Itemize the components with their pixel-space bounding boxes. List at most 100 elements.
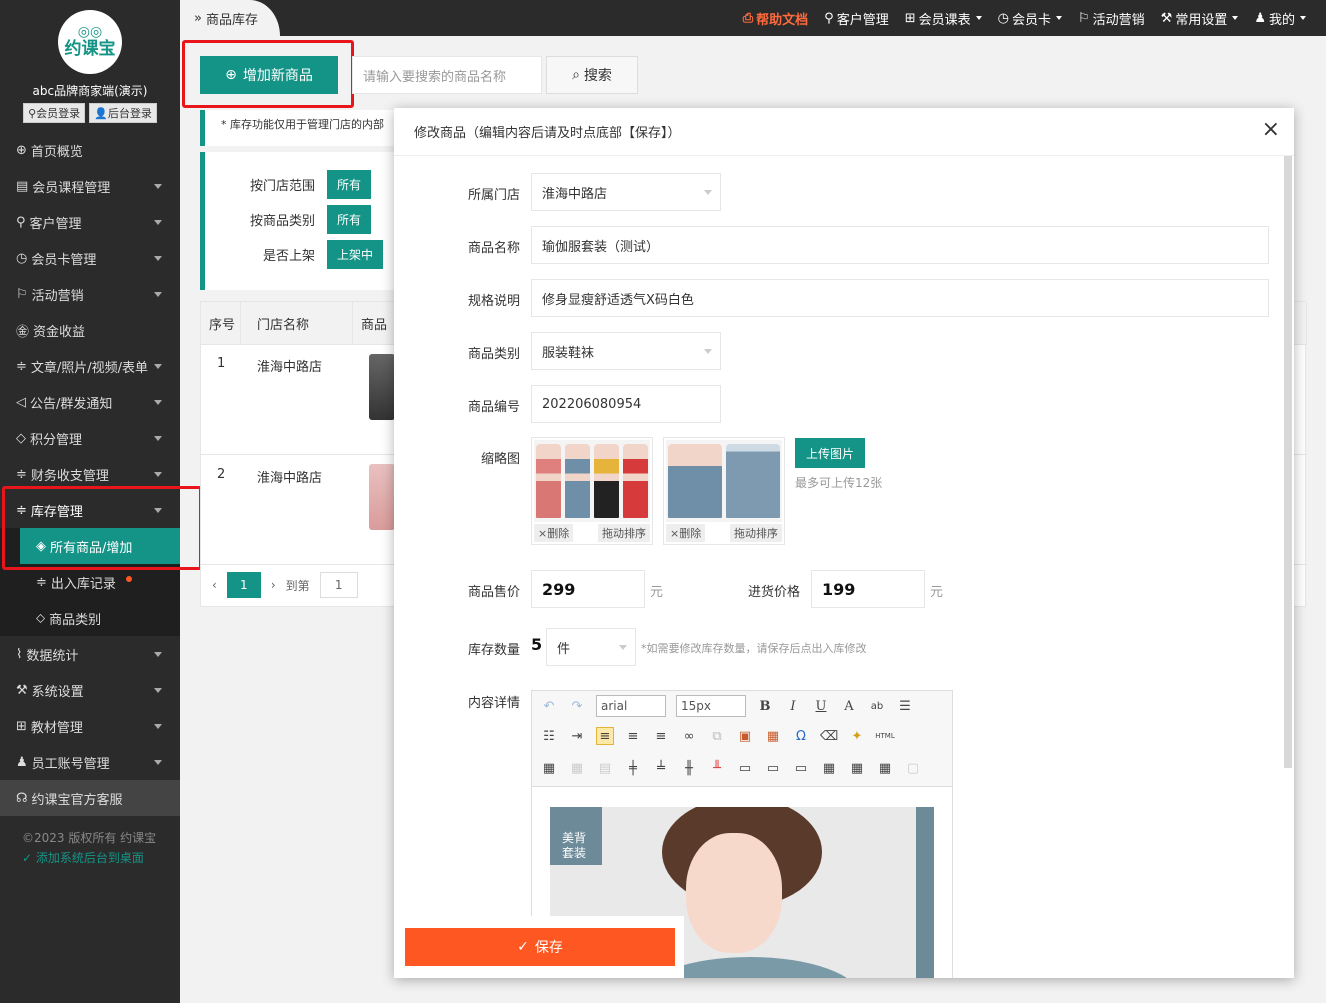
font-size-select[interactable]: 15px <box>676 695 746 717</box>
member-login-button[interactable]: ⚲会员登录 <box>23 103 86 123</box>
product-thumbnail[interactable] <box>369 354 395 420</box>
save-button[interactable]: ✓ 保存 <box>405 928 675 966</box>
top-schedule-menu[interactable]: ⊞ 会员课表 <box>905 9 982 28</box>
filter-store: 按门店范围 所有 <box>215 170 372 199</box>
align-left-icon[interactable]: ≡ <box>596 727 614 745</box>
modal-scrollbar[interactable] <box>1284 156 1292 768</box>
goto-page-input[interactable]: 1 <box>319 572 358 598</box>
thumbnail-card[interactable]: ×删除 拖动排序 <box>531 437 653 545</box>
spec-input[interactable]: 修身显瘦舒适透气X码白色 <box>531 279 1269 317</box>
sidebar-item-articles[interactable]: ≑ 文章/照片/视频/表单 <box>0 348 180 384</box>
sidebar-item-cards[interactable]: ◷ 会员卡管理 <box>0 240 180 276</box>
sidebar-item-label: 客户管理 <box>29 216 82 232</box>
row-delete-icon[interactable]: ╧ <box>652 759 670 777</box>
align-right-icon[interactable]: ≡ <box>652 727 670 745</box>
merge-cells-icon[interactable]: ▭ <box>736 759 754 777</box>
thumbnail-image <box>534 440 650 522</box>
sidebar-item-courses[interactable]: ▤ 会员课程管理 <box>0 168 180 204</box>
admin-login-button[interactable]: 👤后台登录 <box>89 103 157 123</box>
chevron-left-icon[interactable]: ‹ <box>212 578 217 592</box>
top-settings-menu[interactable]: ⚒ 常用设置 <box>1161 9 1239 28</box>
split-cells-icon[interactable]: ▦ <box>820 759 838 777</box>
category-select[interactable]: 服装鞋袜 <box>531 332 721 370</box>
drag-sort-handle[interactable]: 拖动排序 <box>730 524 782 542</box>
sidebar-item-system[interactable]: ⚒ 系统设置 <box>0 672 180 708</box>
ordered-list-icon[interactable]: ☰ <box>896 697 914 715</box>
unlink-icon[interactable]: ⧉ <box>708 727 726 745</box>
close-icon[interactable]: × <box>1262 118 1280 142</box>
top-marketing-link[interactable]: ⚐ 活动营销 <box>1078 9 1145 28</box>
sidebar-item-staff[interactable]: ♟ 员工账号管理 <box>0 744 180 780</box>
italic-icon[interactable]: I <box>784 697 802 715</box>
delete-thumbnail-button[interactable]: ×删除 <box>534 524 574 542</box>
highlight-color-icon[interactable]: ab <box>868 697 886 715</box>
chevron-down-icon <box>704 190 712 195</box>
name-label: 商品名称 <box>467 241 520 256</box>
sidebar-item-notices[interactable]: ◁ 公告/群发通知 <box>0 384 180 420</box>
table-delete-icon[interactable]: ▦ <box>568 759 586 777</box>
split-rows-icon[interactable]: ▦ <box>848 759 866 777</box>
official-service-link[interactable]: ☊ 约课宝官方客服 <box>0 780 180 816</box>
thumbnail-card[interactable]: ×删除 拖动排序 <box>663 437 785 545</box>
paste-plain-icon[interactable]: ▢ <box>904 759 922 777</box>
page-current[interactable]: 1 <box>226 572 261 598</box>
top-customers-link[interactable]: ⚲ 客户管理 <box>824 9 889 28</box>
merge-right-icon[interactable]: ▭ <box>764 759 782 777</box>
sidebar-subitem-categories[interactable]: ⬦ 商品类别 <box>0 600 180 636</box>
filter-chip[interactable]: 上架中 <box>327 240 384 269</box>
col-insert-icon[interactable]: ╫ <box>680 759 698 777</box>
font-family-select[interactable]: arial <box>596 695 666 717</box>
sidebar-item-points[interactable]: ◇ 积分管理 <box>0 420 180 456</box>
sidebar-item-marketing[interactable]: ⚐ 活动营销 <box>0 276 180 312</box>
multi-image-icon[interactable]: ▦ <box>764 727 782 745</box>
sidebar-item-stats[interactable]: ⌇ 数据统计 <box>0 636 180 672</box>
col-delete-icon[interactable]: ╨ <box>708 759 726 777</box>
brand-name: abc品牌商家端(演示) <box>32 84 148 98</box>
top-mine-menu[interactable]: ♟ 我的 <box>1254 9 1306 28</box>
name-input[interactable]: 瑜伽服套装（测试） <box>531 226 1269 264</box>
sidebar-item-textbooks[interactable]: ⊞ 教材管理 <box>0 708 180 744</box>
drag-sort-handle[interactable]: 拖动排序 <box>598 524 650 542</box>
table-caption-icon[interactable]: ▤ <box>596 759 614 777</box>
align-center-icon[interactable]: ≡ <box>624 727 642 745</box>
search-input[interactable]: 请输入要搜索的商品名称 <box>352 56 542 94</box>
logo[interactable]: ◎◎ 约课宝 <box>58 10 122 74</box>
image-icon[interactable]: ▣ <box>736 727 754 745</box>
filter-chip[interactable]: 所有 <box>327 170 372 199</box>
flag-icon: ⚐ <box>16 286 28 302</box>
underline-icon[interactable]: U <box>812 697 830 715</box>
top-cards-menu[interactable]: ◷ 会员卡 <box>998 9 1062 28</box>
bold-icon[interactable]: B <box>756 697 774 715</box>
add-to-desktop-link[interactable]: ✓ 添加系统后台到桌面 <box>22 848 180 868</box>
html-source-icon[interactable]: HTML <box>875 727 894 745</box>
font-color-icon[interactable]: A <box>840 697 858 715</box>
product-thumbnail[interactable] <box>369 464 395 530</box>
chevron-right-icon[interactable]: › <box>271 578 276 592</box>
merge-down-icon[interactable]: ▭ <box>792 759 810 777</box>
link-icon[interactable]: ∞ <box>680 727 698 745</box>
sidebar-item-revenue[interactable]: ㊎资金收益 <box>0 312 180 348</box>
upload-image-button[interactable]: 上传图片 <box>795 438 865 468</box>
cost-input[interactable]: 199 <box>811 570 925 608</box>
indent-icon[interactable]: ⇥ <box>568 727 586 745</box>
table-insert-icon[interactable]: ▦ <box>540 759 558 777</box>
search-button[interactable]: ⌕ 搜索 <box>546 56 638 94</box>
undo-icon[interactable]: ↶ <box>540 697 558 715</box>
magic-format-icon[interactable]: ✦ <box>848 727 866 745</box>
code-input[interactable]: 202206080954 <box>531 385 721 423</box>
split-cols-icon[interactable]: ▦ <box>876 759 894 777</box>
store-select[interactable]: 淮海中路店 <box>531 173 721 211</box>
unordered-list-icon[interactable]: ☷ <box>540 727 558 745</box>
eraser-icon[interactable]: ⌫ <box>820 727 838 745</box>
delete-thumbnail-button[interactable]: ×删除 <box>666 524 706 542</box>
row-insert-icon[interactable]: ╪ <box>624 759 642 777</box>
help-docs-link[interactable]: ⎙ 帮助文档 <box>743 9 808 28</box>
sidebar-item-home[interactable]: ⊕ 首页概览 <box>0 132 180 168</box>
redo-icon[interactable]: ↷ <box>568 697 586 715</box>
sidebar-item-customers[interactable]: ⚲ 客户管理 <box>0 204 180 240</box>
filter-chip[interactable]: 所有 <box>327 205 372 234</box>
special-char-icon[interactable]: Ω <box>792 727 810 745</box>
price-input[interactable]: 299 <box>531 570 645 608</box>
stock-unit-select[interactable]: 件 <box>546 628 636 666</box>
flag-icon: ⚐ <box>1077 10 1090 26</box>
